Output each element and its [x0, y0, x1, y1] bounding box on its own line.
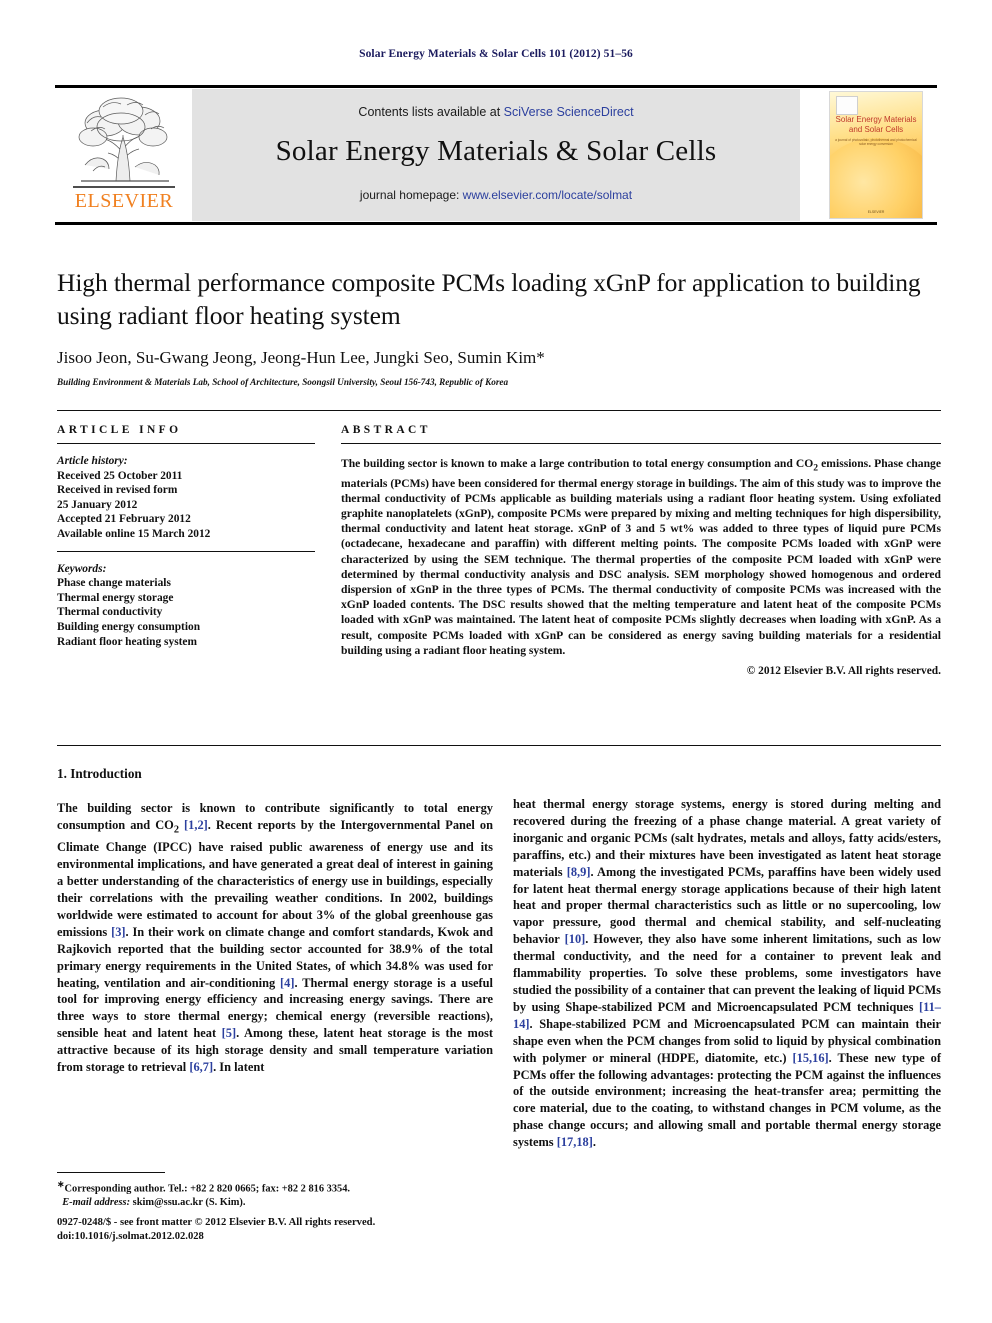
homepage-url-link[interactable]: www.elsevier.com/locate/solmat	[463, 188, 632, 202]
elsevier-baseline	[73, 186, 175, 188]
cover-sun-graphic	[830, 138, 922, 218]
keyword-item: Phase change materials	[57, 577, 171, 590]
elsevier-wordmark: ELSEVIER	[74, 190, 174, 212]
running-head: Solar Energy Materials & Solar Cells 101…	[359, 48, 633, 60]
page-title: High thermal performance composite PCMs …	[57, 268, 921, 330]
homepage-prefix: journal homepage:	[359, 188, 463, 202]
section-heading-introduction: 1. Introduction	[57, 766, 142, 781]
body-paragraph: The building sector is known to contribu…	[57, 801, 494, 1075]
keyword-item: Building energy consumption	[57, 620, 201, 633]
footnote-corresponding-text: Corresponding author. Tel.: +82 2 820 06…	[64, 1183, 351, 1195]
body-column-right: heat thermal energy storage systems, ene…	[513, 796, 941, 1151]
cover-artwork: Solar Energy Materials and Solar Cells a…	[829, 91, 923, 219]
masthead-rule-top	[55, 85, 937, 88]
journal-cover-thumbnail: Solar Energy Materials and Solar Cells a…	[815, 89, 937, 221]
history-item: Available online 15 March 2012	[57, 527, 211, 540]
issn-line: 0927-0248/$ - see front matter © 2012 El…	[57, 1217, 376, 1228]
article-info-divider	[57, 550, 315, 552]
body-paragraph: heat thermal energy storage systems, ene…	[513, 797, 942, 1150]
history-item: Received 25 October 2011	[57, 469, 183, 482]
abstract-text: The building sector is known to make a l…	[341, 457, 941, 657]
history-item: Accepted 21 February 2012	[57, 513, 191, 526]
keywords-group: Keywords: Phase change materials Thermal…	[57, 562, 315, 650]
body-column-left: The building sector is known to contribu…	[57, 800, 493, 1076]
cover-footer-wordmark: ELSEVIER	[867, 210, 885, 214]
contents-prefix: Contents lists available at	[358, 105, 504, 119]
history-item: 25 January 2012	[57, 498, 138, 511]
keyword-item: Thermal conductivity	[57, 606, 163, 619]
masthead-center-panel: Contents lists available at SciVerse Sci…	[192, 89, 800, 221]
affiliation: Building Environment & Materials Lab, Sc…	[57, 377, 509, 387]
title-block: High thermal performance composite PCMs …	[57, 266, 941, 387]
footnote-email-value[interactable]: skim@ssu.ac.kr (S. Kim).	[133, 1197, 246, 1208]
contents-available-line: Contents lists available at SciVerse Sci…	[192, 105, 800, 119]
footnote-asterisk-icon: ∗	[57, 1179, 65, 1189]
elsevier-tree-icon	[78, 97, 169, 182]
imprint-rule	[57, 1210, 493, 1211]
keywords-label: Keywords:	[57, 562, 107, 575]
imprint-block: 0927-0248/$ - see front matter © 2012 El…	[57, 1216, 517, 1244]
abstract-underline	[341, 443, 941, 444]
keyword-item: Radiant floor heating system	[57, 635, 197, 648]
footnote-rule	[57, 1172, 165, 1173]
history-item: Received in revised form	[57, 484, 178, 497]
elsevier-logo: ELSEVIER	[63, 91, 185, 219]
article-history-group: Article history: Received 25 October 201…	[57, 454, 315, 542]
journal-title: Solar Energy Materials & Solar Cells	[275, 135, 717, 167]
info-band-bottom-rule	[57, 745, 941, 746]
masthead-rule-bottom	[55, 222, 937, 225]
author-list: Jisoo Jeon, Su-Gwang Jeong, Jeong-Hun Le…	[57, 348, 545, 367]
cover-title-line2: and Solar Cells	[848, 125, 904, 134]
journal-homepage-line: journal homepage: www.elsevier.com/locat…	[192, 188, 800, 202]
footnote-email-label: E-mail address:	[62, 1197, 131, 1209]
cover-title-line1: Solar Energy Materials	[835, 115, 917, 124]
article-history-label: Article history:	[57, 455, 128, 467]
sciencedirect-link[interactable]: SciVerse ScienceDirect	[504, 105, 634, 119]
abstract-copyright: © 2012 Elsevier B.V. All rights reserved…	[746, 664, 941, 677]
cover-subtitle: a journal of photovoltaic, photothermal …	[835, 138, 917, 146]
corresponding-author-footnote: ∗Corresponding author. Tel.: +82 2 820 0…	[57, 1178, 493, 1210]
cover-title: Solar Energy Materials and Solar Cells	[834, 115, 918, 135]
cover-elsevier-mark-icon	[836, 96, 858, 115]
info-band-top-rule	[57, 410, 941, 411]
keyword-item: Thermal energy storage	[57, 591, 174, 604]
journal-masthead: ELSEVIER Contents lists available at Sci…	[55, 85, 937, 225]
paper-page: Solar Energy Materials & Solar Cells 101…	[0, 0, 992, 1323]
article-info-label: ARTICLE INFO	[57, 424, 182, 436]
abstract-column: ABSTRACT The building sector is known to…	[341, 424, 941, 677]
abstract-label: ABSTRACT	[341, 424, 431, 436]
article-info-column: ARTICLE INFO Article history: Received 2…	[57, 424, 315, 649]
doi-line[interactable]: doi:10.1016/j.solmat.2012.02.028	[57, 1230, 517, 1244]
article-info-underline	[57, 443, 315, 444]
